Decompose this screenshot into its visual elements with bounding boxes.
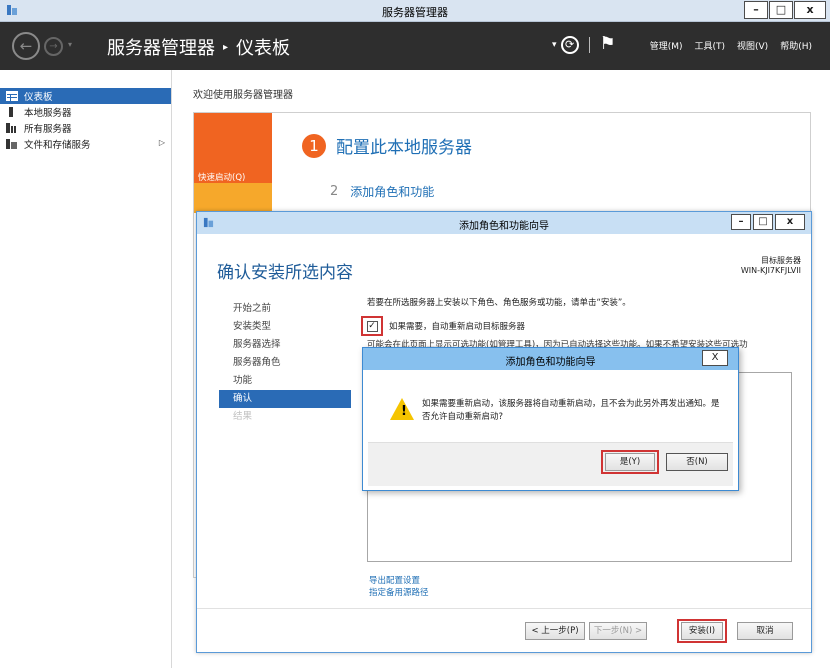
- servers-icon: [6, 123, 18, 133]
- sidebar-item-dashboard[interactable]: 仪表板: [0, 88, 171, 104]
- dialog-close-button[interactable]: X: [702, 350, 728, 366]
- wizard-nav: 开始之前 安装类型 服务器选择 服务器角色 功能 确认 结果: [219, 300, 351, 426]
- wizard-title: 添加角色和功能向导: [459, 221, 549, 232]
- wizard-content: 若要在所选服务器上安装以下角色、角色服务或功能，请单击“安装”。 ✓ 如果需要，…: [361, 296, 807, 562]
- sidebar-item-label: 文件和存储服务: [24, 140, 91, 151]
- refresh-dropdown-icon[interactable]: ▾: [552, 40, 557, 50]
- window-title: 服务器管理器: [382, 6, 448, 19]
- step-configure-local[interactable]: 1 配置此本地服务器: [302, 133, 472, 158]
- app-header: ← → ▾ 服务器管理器 ▸ 仪表板 ▾ ⟳ ⚑ 管理(M) 工具(T) 视图(…: [0, 22, 830, 70]
- target-server-value: WIN-KJI7KFJLVII: [740, 266, 801, 275]
- dialog-footer: 是(Y) 否(N): [368, 442, 733, 486]
- breadcrumb: 服务器管理器 ▸ 仪表板: [107, 34, 290, 60]
- minimize-button[interactable]: –: [744, 1, 768, 19]
- step-add-roles[interactable]: 2 添加角色和功能: [330, 183, 434, 200]
- back-arrow-icon[interactable]: ←: [12, 32, 40, 60]
- wizard-nav-install-type[interactable]: 安装类型: [219, 318, 351, 336]
- step2-link[interactable]: 添加角色和功能: [350, 183, 434, 200]
- wizard-nav-confirmation[interactable]: 确认: [219, 390, 351, 408]
- dashboard-icon: [6, 91, 18, 101]
- auto-restart-row[interactable]: ✓ 如果需要，自动重新启动目标服务器: [361, 316, 525, 336]
- target-server-block: 目标服务器 WIN-KJI7KFJLVII: [741, 256, 801, 276]
- restart-confirm-dialog: 添加角色和功能向导 X ! 如果需要重新启动，该服务器将自动重新启动，且不会为此…: [362, 347, 739, 491]
- checkbox-highlight: ✓: [361, 316, 383, 336]
- menu-view[interactable]: 视图(V): [737, 39, 768, 52]
- wizard-footer-divider: [197, 608, 811, 609]
- alternate-source-link[interactable]: 指定备用源路径: [369, 586, 429, 598]
- breadcrumb-current: 仪表板: [236, 38, 291, 59]
- menu-help[interactable]: 帮助(H): [780, 39, 812, 52]
- notifications-flag-icon[interactable]: ⚑: [600, 33, 616, 54]
- breadcrumb-separator-icon: ▸: [223, 41, 229, 53]
- maximize-button[interactable]: □: [769, 1, 793, 19]
- expand-arrow-icon[interactable]: ▷: [159, 138, 165, 147]
- wizard-nav-before[interactable]: 开始之前: [219, 300, 351, 318]
- wizard-maximize-button[interactable]: □: [753, 214, 773, 230]
- wizard-nav-results: 结果: [233, 411, 253, 422]
- quickstart-label: 快速启动(Q): [198, 173, 246, 183]
- quickstart-tile[interactable]: 快速启动(Q): [194, 113, 272, 183]
- no-button[interactable]: 否(N): [666, 453, 728, 471]
- auto-restart-label[interactable]: 如果需要，自动重新启动目标服务器: [389, 320, 525, 332]
- window-titlebar: 服务器管理器 – □ x: [0, 0, 830, 22]
- wizard-intro-text: 若要在所选服务器上安装以下角色、角色服务或功能，请单击“安装”。: [367, 298, 631, 308]
- storage-icon: [6, 139, 18, 149]
- welcome-heading: 欢迎使用服务器管理器: [193, 90, 293, 101]
- step1-number: 1: [302, 133, 326, 158]
- sidebar-item-label: 所有服务器: [24, 124, 72, 135]
- dialog-titlebar: 添加角色和功能向导 X: [363, 348, 738, 370]
- sidebar-item-label: 仪表板: [24, 92, 53, 103]
- wizard-close-button[interactable]: x: [775, 214, 805, 230]
- step1-link[interactable]: 配置此本地服务器: [336, 133, 472, 158]
- sidebar-item-all-servers[interactable]: 所有服务器: [0, 120, 171, 136]
- sidebar-item-file-storage[interactable]: 文件和存储服务 ▷: [0, 136, 171, 152]
- dialog-message: 如果需要重新启动，该服务器将自动重新启动，且不会为此另外再发出通知。是否允许自动…: [422, 399, 720, 422]
- menu-manage[interactable]: 管理(M): [650, 39, 683, 52]
- next-button: 下一步(N) >: [589, 622, 647, 640]
- sidebar-item-label: 本地服务器: [24, 108, 72, 119]
- wizard-nav-server-selection[interactable]: 服务器选择: [219, 336, 351, 354]
- target-server-label: 目标服务器: [761, 256, 801, 265]
- auto-restart-checkbox[interactable]: ✓: [366, 320, 378, 332]
- warning-exclamation-icon: !: [401, 404, 407, 419]
- breadcrumb-root[interactable]: 服务器管理器: [107, 34, 215, 60]
- refresh-icon[interactable]: ⟳: [560, 36, 579, 54]
- install-button[interactable]: 安装(I): [681, 622, 723, 640]
- wizard-minimize-button[interactable]: –: [731, 214, 751, 230]
- dialog-body: ! 如果需要重新启动，该服务器将自动重新启动，且不会为此另外再发出通知。是否允许…: [368, 370, 733, 486]
- wizard-nav-server-roles[interactable]: 服务器角色: [219, 354, 351, 372]
- close-button[interactable]: x: [794, 1, 826, 19]
- history-dropdown-icon[interactable]: ▾: [68, 40, 72, 49]
- previous-button[interactable]: < 上一步(P): [525, 622, 585, 640]
- forward-arrow-icon[interactable]: →: [44, 37, 63, 56]
- cancel-button[interactable]: 取消: [737, 622, 793, 640]
- wizard-heading: 确认安装所选内容: [217, 263, 353, 283]
- step2-number: 2: [330, 184, 339, 199]
- wizard-titlebar: 添加角色和功能向导 – □ x: [197, 212, 811, 234]
- whats-new-tile[interactable]: [194, 183, 272, 213]
- yes-button[interactable]: 是(Y): [605, 453, 655, 471]
- wizard-nav-features[interactable]: 功能: [219, 372, 351, 390]
- dialog-title: 添加角色和功能向导: [505, 357, 596, 368]
- header-divider: [588, 37, 590, 53]
- export-config-link[interactable]: 导出配置设置: [369, 574, 420, 586]
- sidebar: 仪表板 本地服务器 所有服务器 文件和存储服务 ▷: [0, 70, 172, 668]
- server-icon: [6, 107, 18, 117]
- sidebar-item-local-server[interactable]: 本地服务器: [0, 104, 171, 120]
- menu-tools[interactable]: 工具(T): [694, 39, 725, 52]
